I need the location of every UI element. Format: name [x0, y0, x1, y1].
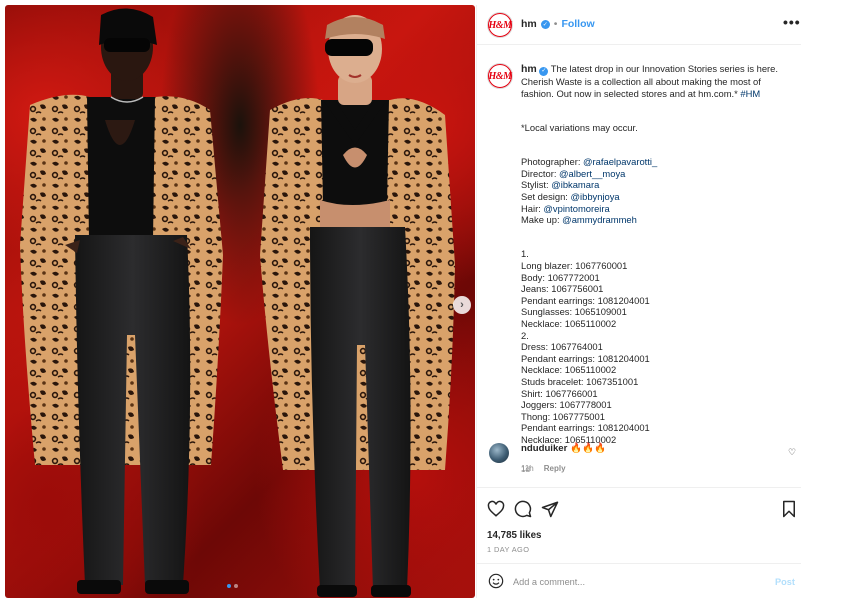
post-actions: 14,785 likes 1 DAY AGO [477, 487, 801, 563]
more-options-icon[interactable]: ••• [783, 14, 801, 30]
caption-text: hm ✓ The latest drop in our Innovation S… [521, 63, 793, 446]
follow-button[interactable]: Follow [561, 18, 594, 30]
post-header: H&M hm ✓ • Follow ••• [477, 5, 801, 45]
credit-mention-link[interactable]: @ibkamara [551, 179, 599, 190]
header-user-line: hm ✓ • Follow [521, 18, 595, 30]
hm-logo-text: H&M [488, 70, 512, 82]
credit-label: Hair: [521, 202, 544, 214]
credit-line: Stylist: @ibkamara [521, 179, 793, 191]
next-slide-button[interactable]: › [453, 296, 471, 314]
caption-username[interactable]: hm [521, 63, 537, 75]
model-left [20, 8, 223, 594]
likes-count[interactable]: 14,785 likes [487, 530, 541, 541]
credit-line: Hair: @vpintomoreira [521, 203, 793, 215]
comment-body: 🔥🔥🔥 [570, 443, 606, 454]
verified-check: ✓ [542, 21, 548, 28]
heart-icon[interactable] [487, 500, 505, 518]
credit-mention-link[interactable]: @ibbynjoya [571, 191, 620, 202]
credit-mention-link[interactable]: @albert__moya [559, 168, 625, 179]
commenter-avatar[interactable] [489, 443, 509, 463]
credit-line: Make up: @ammydrammeh [521, 214, 793, 226]
caption-avatar[interactable]: H&M [487, 63, 513, 89]
comment-icon[interactable] [514, 500, 532, 518]
credit-label: Director: [521, 167, 560, 179]
credit-label: Set design: [521, 191, 571, 203]
credit-label: Make up: [521, 214, 563, 226]
comment-username[interactable]: nduduiker [521, 443, 567, 454]
model-right [260, 15, 455, 597]
add-comment-bar: Post [477, 563, 801, 598]
carousel-dot-1 [227, 584, 231, 588]
comment-input[interactable] [513, 574, 753, 590]
post-image[interactable]: › [5, 5, 475, 598]
chevron-right-icon: › [460, 299, 464, 311]
header-separator: • [553, 18, 558, 30]
caption-intro: hm ✓ The latest drop in our Innovation S… [521, 63, 793, 99]
verified-badge-icon: ✓ [539, 67, 549, 77]
fashion-photo-illustration [20, 8, 455, 597]
caption-note: *Local variations may occur. [521, 122, 638, 134]
credit-line: Set design: @ibbynjoya [521, 191, 793, 203]
comment-meta: 11h Reply [521, 464, 566, 473]
post-username[interactable]: hm [521, 18, 537, 30]
comment-text: nduduiker 🔥🔥🔥 [521, 443, 606, 454]
bookmark-icon[interactable] [781, 500, 797, 518]
comment-timestamp: 11h [521, 464, 534, 473]
emoji-icon[interactable] [488, 573, 504, 589]
carousel-dots [227, 584, 238, 588]
avatar[interactable]: H&M [487, 12, 513, 38]
hm-logo-icon: H&M [488, 13, 512, 37]
credit-label: Stylist: [521, 179, 552, 191]
credit-mention-link[interactable]: @rafaelpavarotti_ [583, 156, 657, 167]
carousel-dot-2 [234, 584, 238, 588]
hashtag-link[interactable]: #HM [740, 88, 760, 99]
post-date: 1 DAY AGO [487, 545, 530, 554]
comment-row: nduduiker 🔥🔥🔥 11h Reply ♡ [477, 439, 801, 479]
post-comment-button[interactable]: Post [775, 577, 795, 587]
post-details-pane: H&M hm ✓ • Follow ••• H&M hm ✓ The lates… [476, 5, 801, 598]
credit-mention-link[interactable]: @ammydrammeh [562, 214, 637, 225]
reply-button[interactable]: Reply [544, 464, 566, 473]
credit-mention-link[interactable]: @vpintomoreira [543, 203, 609, 214]
hm-logo-icon: H&M [488, 64, 512, 88]
caption-credits: Photographer: @rafaelpavarotti_ Director:… [521, 156, 793, 226]
credit-line: Photographer: @rafaelpavarotti_ [521, 156, 793, 168]
credit-label: Photographer: [521, 156, 584, 168]
hm-logo-text: H&M [488, 19, 512, 31]
credit-line: Director: @albert__moya [521, 168, 793, 180]
caption-items: 1. Long blazer: 1067760001 Body: 1067772… [521, 248, 650, 445]
verified-badge-icon: ✓ [540, 19, 550, 29]
share-icon[interactable] [541, 500, 559, 518]
comment-like-icon[interactable]: ♡ [788, 447, 796, 458]
